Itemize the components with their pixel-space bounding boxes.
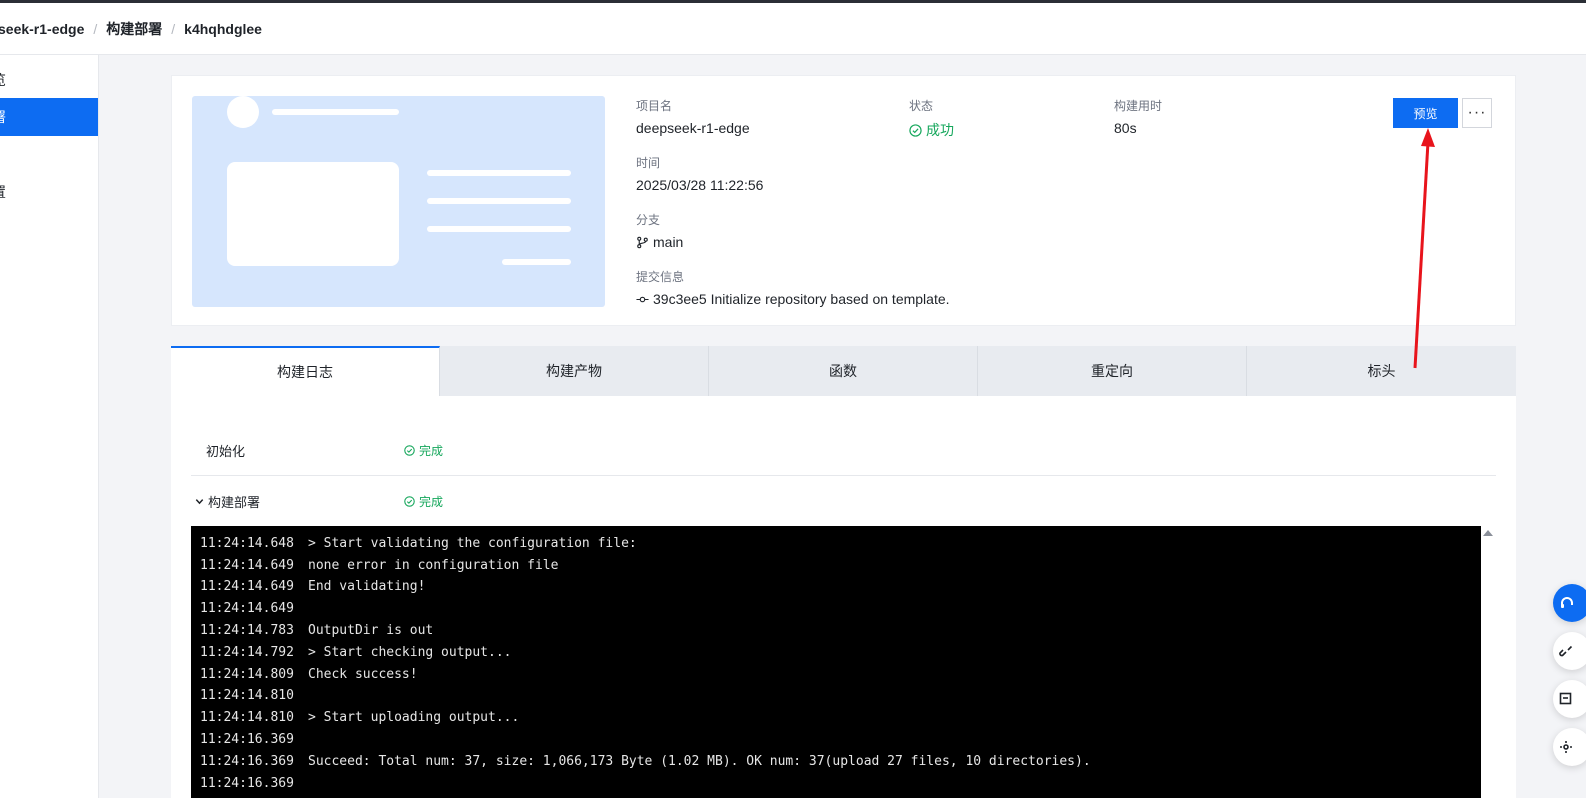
step-name: 初始化 xyxy=(206,444,246,459)
step-status-label: 完成 xyxy=(419,444,444,458)
scroll-up-arrow[interactable] xyxy=(1483,530,1493,536)
check-circle-icon xyxy=(404,445,415,456)
step-status-label: 完成 xyxy=(419,494,444,509)
more-actions-button[interactable]: ··· xyxy=(1462,98,1492,128)
log-timestamp: 11:24:14.649 xyxy=(200,601,294,617)
breadcrumb-deployment-id: k4hqhdglee xyxy=(184,20,262,37)
sidebar: 览 署 置 xyxy=(0,55,99,798)
breadcrumb-project[interactable]: seek-r1-edge xyxy=(0,21,84,37)
breadcrumb: seek-r1-edge / 构建部署 / k4hqhdglee xyxy=(0,3,1586,55)
commit-field: 提交信息 39c3ee5 Initialize repository based… xyxy=(636,268,950,307)
log-timestamp: 11:24:16.369 xyxy=(200,775,294,791)
log-timestamp: 11:24:16.369 xyxy=(200,732,294,747)
thumbnail-placeholder-line xyxy=(427,226,571,232)
project-name-value: deepseek-r1-edge xyxy=(636,120,750,136)
log-timestamp: 11:24:14.810 xyxy=(200,688,294,704)
log-scrollbar[interactable] xyxy=(1481,526,1496,798)
check-circle-icon xyxy=(909,123,922,137)
log-message: Succeed: Total num: 37, size: 1,066,173 … xyxy=(308,753,1091,769)
log-timestamp: 11:24:14.792 xyxy=(200,644,294,660)
git-branch-icon xyxy=(637,236,648,248)
duration-field: 构建用时 80s xyxy=(1114,97,1162,136)
breadcrumb-separator: / xyxy=(171,20,176,37)
thumbnail-placeholder-line xyxy=(427,198,571,204)
log-message: > Start checking output... xyxy=(308,644,512,660)
breadcrumb-deployments[interactable]: 构建部署 xyxy=(106,19,162,39)
thumbnail-placeholder-box xyxy=(227,162,399,266)
breadcrumb-separator: / xyxy=(93,20,98,37)
log-timestamp: 11:24:14.783 xyxy=(200,623,294,638)
step-name: 构建部署 xyxy=(208,494,261,510)
time-field: 时间 2025/03/28 11:22:56 xyxy=(636,154,763,193)
log-timestamp: 11:24:14.649 xyxy=(200,557,294,573)
log-timestamp: 11:24:14.810 xyxy=(200,710,294,726)
branch-field: 分支 main xyxy=(636,211,683,250)
log-timestamp: 11:24:14.809 xyxy=(200,666,294,682)
commit-message: 39c3ee5 Initialize repository based on t… xyxy=(653,291,950,307)
project-name-label: 项目名 xyxy=(636,99,673,113)
step-row-init[interactable]: 初始化 完成 xyxy=(191,426,1496,476)
sidebar-item-overview[interactable]: 览 xyxy=(0,61,98,99)
log-timestamp: 11:24:14.647 xyxy=(200,526,310,529)
chevron-down-icon[interactable] xyxy=(194,496,205,507)
log-message: End validating! xyxy=(308,579,426,595)
feedback-icon xyxy=(1559,692,1572,705)
time-label: 时间 xyxy=(636,156,661,170)
duration-label: 构建用时 xyxy=(1114,99,1163,113)
status-value: 成功 xyxy=(926,122,954,138)
log-message: > Start uploading output... xyxy=(308,710,520,726)
preview-thumbnail[interactable] xyxy=(192,96,605,307)
tab-build-artifacts[interactable]: 构建产物 xyxy=(440,346,709,396)
status-label: 状态 xyxy=(909,99,934,113)
branch-name: main xyxy=(653,234,684,250)
step-row-build-deploy[interactable]: 构建部署 完成 xyxy=(191,476,1496,526)
log-message: Check success! xyxy=(308,666,418,682)
step-name-wrap: 构建部署 xyxy=(194,492,260,511)
sidebar-item-label: 署 xyxy=(0,98,6,136)
detail-tabs: 构建日志 构建产物 函数 重定向 标头 xyxy=(171,346,1516,396)
duration-value: 80s xyxy=(1114,120,1137,136)
tab-headers[interactable]: 标头 xyxy=(1247,346,1516,396)
link-icon xyxy=(1559,645,1573,657)
log-timestamp: 11:24:14.649 xyxy=(200,579,294,595)
log-message: OutputDir is out xyxy=(308,623,434,638)
build-log-panel: 初始化 完成 构建部署 完成 11:24:14.647 11:24:14.648 >… xyxy=(171,396,1516,798)
sidebar-item-settings[interactable]: 置 xyxy=(0,173,98,211)
log-message: none error in configuration file xyxy=(308,557,559,573)
preview-button[interactable]: 预览 xyxy=(1393,98,1458,128)
time-value: 2025/03/28 11:22:56 xyxy=(636,177,764,193)
tab-functions[interactable]: 函数 xyxy=(709,346,978,396)
status-badge: 成功 xyxy=(909,120,954,140)
sidebar-item-label: 览 xyxy=(0,61,6,99)
link-float-button[interactable] xyxy=(1553,632,1586,670)
tab-build-log[interactable]: 构建日志 xyxy=(171,346,440,396)
sidebar-item-label: 置 xyxy=(0,173,6,211)
check-circle-icon xyxy=(404,495,415,507)
log-console[interactable]: 11:24:14.647 11:24:14.648 > Start validati… xyxy=(191,526,1481,798)
deployment-info-card: 项目名 deepseek-r1-edge 状态 成功 构建用时 80s 时间 2… xyxy=(171,75,1516,326)
thumbnail-placeholder-line xyxy=(502,259,571,265)
commit-label: 提交信息 xyxy=(636,270,685,284)
tab-redirects[interactable]: 重定向 xyxy=(978,346,1247,396)
sidebar-item-deploy[interactable]: 署 xyxy=(0,98,98,136)
settings-float-button[interactable] xyxy=(1553,728,1586,766)
log-timestamp: 11:24:14.648 xyxy=(200,535,294,551)
support-float-button[interactable] xyxy=(1553,584,1586,622)
feedback-float-button[interactable] xyxy=(1553,680,1586,718)
status-field: 状态 成功 xyxy=(909,97,954,140)
log-timestamp: 11:24:16.369 xyxy=(200,753,294,769)
git-commit-icon xyxy=(636,296,649,302)
gear-icon xyxy=(1560,741,1572,753)
thumbnail-placeholder-line xyxy=(272,109,399,115)
thumbnail-placeholder-avatar xyxy=(227,96,259,128)
thumbnail-placeholder-line xyxy=(427,170,571,176)
headset-icon xyxy=(1561,597,1573,608)
step-status: 完成 xyxy=(404,493,443,510)
branch-label: 分支 xyxy=(636,213,661,227)
commit-value: 39c3ee5 Initialize repository based on t… xyxy=(636,291,950,307)
project-name-field: 项目名 deepseek-r1-edge xyxy=(636,97,750,136)
branch-value: main xyxy=(636,234,683,250)
step-status: 完成 xyxy=(404,442,443,459)
log-message: > Start validating the configuration fil… xyxy=(308,535,637,551)
